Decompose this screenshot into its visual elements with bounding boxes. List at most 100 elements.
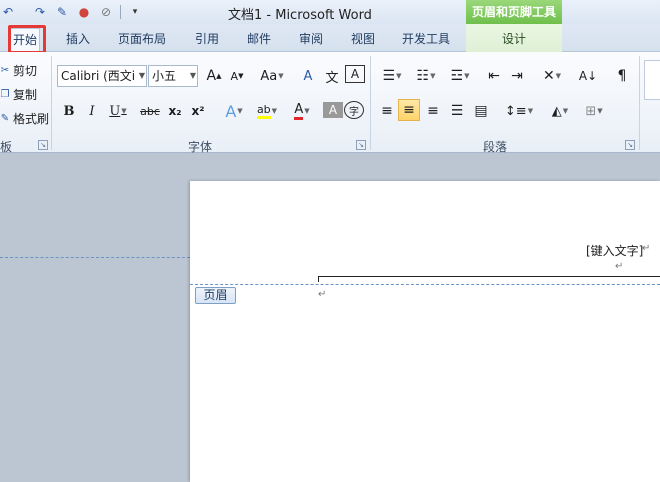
italic-icon: I (89, 103, 95, 119)
clipboard-group-label: 板 (0, 140, 13, 154)
paint-icon[interactable]: ✎ (54, 4, 70, 20)
clipboard-launcher-icon[interactable]: ↘ (38, 140, 48, 150)
multilevel-list-button[interactable]: ☲ ▼ (446, 65, 474, 87)
redo-icon[interactable]: ↷ (32, 4, 48, 20)
multilevel-list-icon: ☲ (450, 68, 464, 84)
chevron-down-icon: ▼ (304, 107, 310, 115)
align-right-button[interactable]: ≡ (423, 100, 443, 122)
color-wheel-icon[interactable]: ● (76, 4, 92, 20)
header-placeholder[interactable]: [键入文字] (586, 242, 643, 259)
underline-button[interactable]: U ▼ (105, 100, 131, 122)
ribbon-tabs: 开始 插入 页面布局 引用 邮件 审阅 视图 开发工具 设计 (0, 24, 660, 52)
tab-insert[interactable]: 插入 (64, 28, 92, 52)
line-spacing-icon: ↕≡ (504, 103, 527, 119)
undo-icon[interactable]: ↶ (0, 4, 16, 20)
tab-design[interactable]: 设计 (466, 24, 562, 52)
header-rule-line (318, 276, 660, 277)
tab-references[interactable]: 引用 (193, 28, 221, 52)
numbering-button[interactable]: ☷ ▼ (412, 65, 440, 87)
strikethrough-icon: abc (140, 104, 160, 118)
strikethrough-button[interactable]: abc (139, 100, 161, 122)
bold-button[interactable]: B (59, 100, 79, 122)
shrink-font-button[interactable]: A ▼ (227, 65, 247, 87)
header-rule-corner (318, 276, 319, 282)
superscript-icon: x² (191, 104, 205, 118)
enclose-char-icon: 字 (349, 106, 359, 118)
chinese-layout-button[interactable]: ✕ ▼ (537, 65, 567, 87)
numbered-list-icon: ☷ (416, 68, 430, 84)
character-border-button[interactable]: A (345, 65, 365, 83)
paint-bucket-icon: ◭ (551, 103, 562, 119)
show-marks-button[interactable]: ¶ (612, 65, 632, 87)
subscript-icon: x₂ (168, 104, 182, 118)
grow-font-button[interactable]: A ▲ (204, 65, 224, 87)
shrink-font-icon: A (230, 69, 239, 83)
tab-home[interactable]: 开始 (10, 28, 41, 52)
italic-button[interactable]: I (82, 100, 102, 122)
ribbon: ✂ 剪切 ❐ 复制 ✎ 格式刷 板 ↘ Calibri (西文i ▼ 小五 ▼ … (0, 52, 660, 154)
font-name-combo[interactable]: Calibri (西文i ▼ (57, 65, 147, 87)
justify-button[interactable]: ☰ (447, 100, 467, 122)
tab-view[interactable]: 视图 (349, 28, 377, 52)
tab-developer[interactable]: 开发工具 (400, 28, 452, 52)
align-center-icon: ≡ (403, 102, 415, 118)
format-painter-button[interactable]: ✎ 格式刷 (0, 110, 49, 127)
header-label-tag: 页眉 (195, 287, 236, 304)
document-workspace: [键入文字] ↵ ↵ 页眉 ↵ (0, 154, 660, 482)
font-launcher-icon[interactable]: ↘ (356, 140, 366, 150)
chevron-down-icon: ▼ (237, 107, 243, 115)
bullets-button[interactable]: ☰ ▼ (378, 65, 406, 87)
line-spacing-button[interactable]: ↕≡ ▼ (505, 100, 533, 122)
align-center-button[interactable]: ≡ (398, 99, 420, 121)
font-color-button[interactable]: A ▼ (287, 100, 317, 122)
decrease-indent-icon: ⇤ (488, 68, 500, 84)
subscript-button[interactable]: x₂ (165, 100, 185, 122)
sort-button[interactable]: A↓ (578, 65, 598, 87)
clear-format-button[interactable]: A (298, 65, 318, 87)
increase-indent-button[interactable]: ⇥ (507, 65, 527, 87)
character-shading-button[interactable]: A (323, 102, 343, 118)
bold-icon: B (63, 103, 75, 119)
paragraph-mark: ↵ (615, 261, 624, 272)
chevron-down-icon: ▼ (271, 107, 278, 115)
tab-review[interactable]: 审阅 (297, 28, 325, 52)
justify-icon: ☰ (450, 103, 464, 119)
chevron-down-icon: ▼ (555, 72, 562, 80)
decrease-indent-button[interactable]: ⇤ (484, 65, 504, 87)
cut-button[interactable]: ✂ 剪切 (0, 62, 37, 79)
highlight-button[interactable]: ab ▼ (252, 100, 282, 122)
superscript-button[interactable]: x² (188, 100, 208, 122)
styles-gallery[interactable] (644, 60, 660, 100)
copy-button[interactable]: ❐ 复制 (0, 86, 38, 103)
grow-font-icon: A (206, 68, 217, 84)
customize-toolbar-icon[interactable]: ▾ (127, 4, 143, 20)
window-title: 文档1 - Microsoft Word (228, 8, 372, 23)
change-case-icon: Aa (260, 68, 278, 84)
bullet-list-icon: ☰ (382, 68, 396, 84)
document-page[interactable]: [键入文字] ↵ ↵ 页眉 ↵ (190, 181, 660, 482)
title-bar: ↶ ↷ ✎ ● ⊘ ▾ 文档1 - Microsoft Word 页眉和页脚工具 (0, 0, 660, 24)
phonetic-guide-button[interactable]: 文 (322, 65, 342, 87)
chevron-down-icon: ▼ (278, 72, 284, 80)
font-name-value: Calibri (西文i (61, 69, 136, 83)
change-case-button[interactable]: Aa ▼ (258, 65, 286, 87)
enclose-characters-button[interactable]: 字 (344, 101, 364, 119)
shading-button[interactable]: ◭ ▼ (546, 100, 574, 122)
paragraph-mark: ↵ (318, 289, 327, 300)
tab-mailings[interactable]: 邮件 (245, 28, 273, 52)
paragraph-launcher-icon[interactable]: ↘ (625, 140, 635, 150)
distributed-icon: ▤ (474, 103, 488, 119)
text-effects-button[interactable]: A ▼ (220, 100, 248, 122)
tab-page-layout[interactable]: 页面布局 (116, 28, 168, 52)
font-size-combo[interactable]: 小五 ▼ (148, 65, 198, 87)
distributed-button[interactable]: ▤ (471, 100, 491, 122)
chevron-down-icon: ▼ (562, 107, 569, 115)
no-image-icon[interactable]: ⊘ (98, 4, 114, 20)
paragraph-group-label: 段落 (482, 140, 507, 154)
font-color-icon: A (294, 102, 304, 120)
copy-icon: ❐ (0, 89, 10, 100)
borders-button[interactable]: ⊞ ▼ (580, 100, 608, 122)
group-separator (639, 56, 640, 150)
char-shading-icon: A (328, 103, 338, 117)
align-left-button[interactable]: ≡ (377, 100, 397, 122)
